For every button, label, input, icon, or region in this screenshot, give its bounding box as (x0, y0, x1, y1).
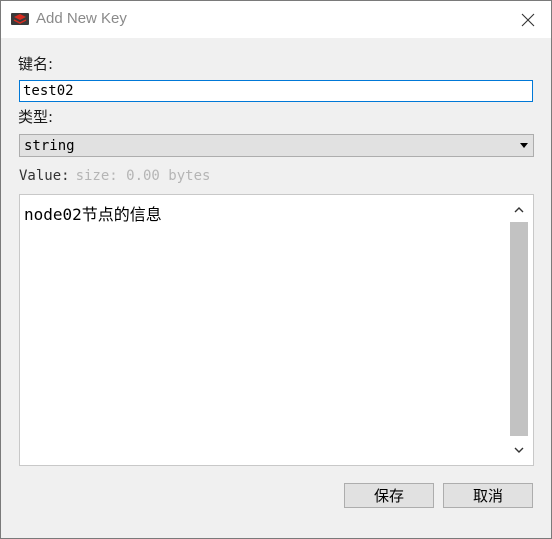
scroll-up-button[interactable] (510, 201, 528, 219)
value-header: Value: size: 0.00 bytes (19, 168, 210, 184)
close-icon (521, 13, 535, 26)
title-bar[interactable]: Add New Key (1, 1, 551, 38)
cancel-button[interactable]: 取消 (443, 483, 533, 508)
close-button[interactable] (505, 1, 551, 38)
key-type-label: 类型: (18, 108, 54, 126)
value-size: size: 0.00 bytes (75, 168, 211, 184)
add-key-dialog: Add New Key 键名: 类型: string Value: size: 0… (0, 0, 552, 539)
value-label: Value: (19, 168, 70, 184)
redis-icon (10, 11, 30, 27)
window-title: Add New Key (36, 10, 127, 27)
chevron-up-icon (514, 207, 524, 213)
scroll-down-button[interactable] (510, 441, 528, 459)
scroll-thumb[interactable] (510, 222, 528, 436)
key-name-label: 键名: (18, 55, 54, 73)
chevron-down-icon (515, 135, 533, 156)
save-button[interactable]: 保存 (344, 483, 434, 508)
key-name-input[interactable] (19, 80, 533, 102)
key-type-select[interactable]: string (19, 134, 534, 157)
vertical-scrollbar[interactable] (510, 201, 528, 459)
key-type-value: string (24, 137, 75, 154)
value-text[interactable]: node02节点的信息 (24, 201, 162, 225)
chevron-down-icon (514, 447, 524, 453)
value-editor[interactable]: node02节点的信息 (19, 194, 534, 466)
